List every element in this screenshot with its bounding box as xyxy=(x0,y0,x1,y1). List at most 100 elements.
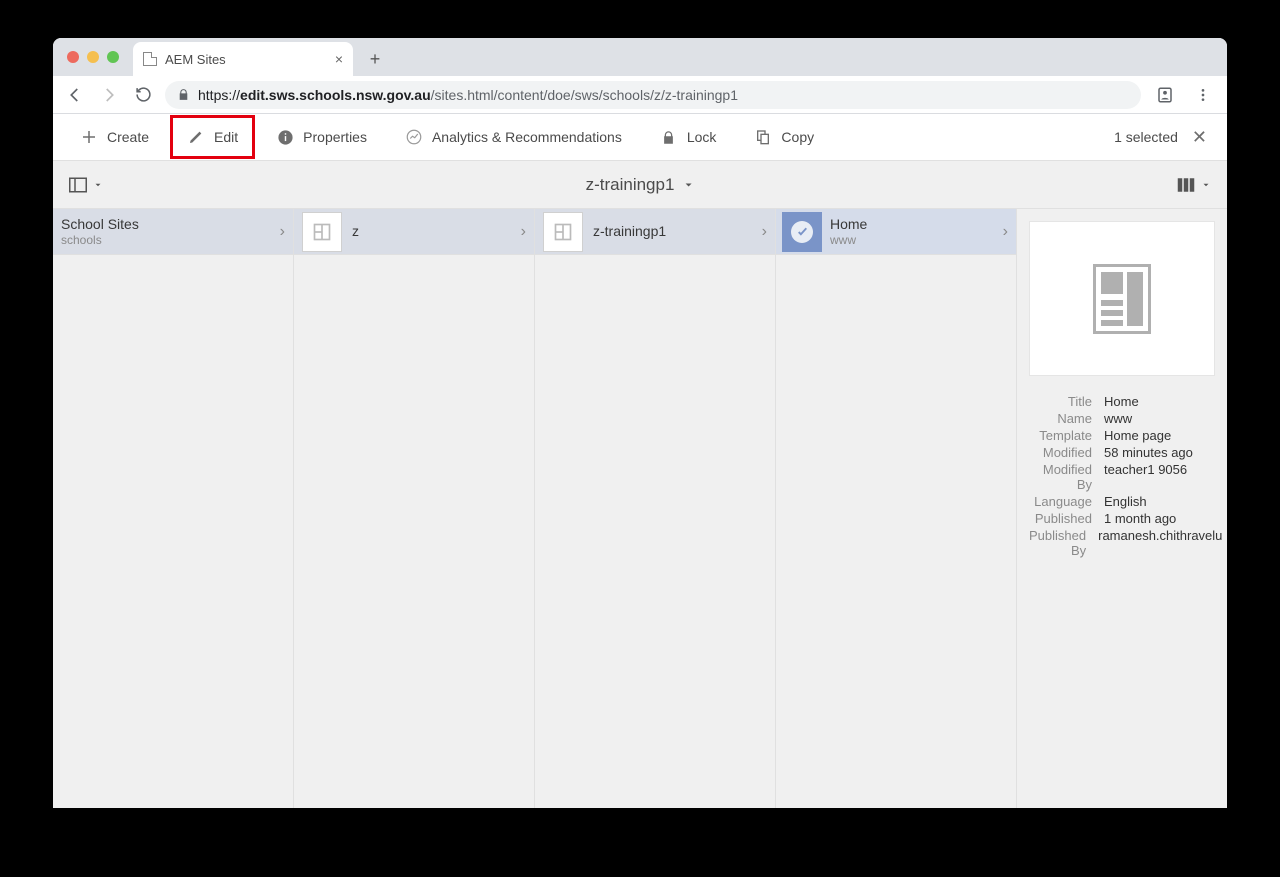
chevron-down-icon xyxy=(93,180,103,190)
pencil-icon xyxy=(187,128,205,146)
detail-thumbnail xyxy=(1029,221,1215,376)
item-title: z-trainingp1 xyxy=(593,223,752,240)
check-icon xyxy=(791,221,813,243)
meta-row: TemplateHome page xyxy=(1029,428,1215,443)
lock-button[interactable]: Lock xyxy=(643,115,734,159)
breadcrumb-bar: z-trainingp1 xyxy=(53,161,1227,209)
back-button[interactable] xyxy=(63,83,87,107)
analytics-button[interactable]: Analytics & Recommendations xyxy=(388,115,639,159)
forward-button[interactable] xyxy=(97,83,121,107)
view-switcher[interactable] xyxy=(1171,171,1217,199)
meta-row: LanguageEnglish xyxy=(1029,494,1215,509)
chevron-right-icon: › xyxy=(1003,223,1008,241)
page-layout-icon xyxy=(1093,264,1151,334)
meta-key: Modified By xyxy=(1029,462,1104,492)
meta-row: Namewww xyxy=(1029,411,1215,426)
window-controls[interactable] xyxy=(67,51,119,63)
meta-value: Home xyxy=(1104,394,1215,409)
plus-icon xyxy=(80,128,98,146)
chevron-right-icon: › xyxy=(280,223,285,241)
chevron-down-icon xyxy=(682,179,694,191)
column-1: School Sites schools › xyxy=(53,209,294,808)
chevron-right-icon: › xyxy=(762,223,767,241)
analytics-label: Analytics & Recommendations xyxy=(432,129,622,145)
meta-key: Title xyxy=(1029,394,1104,409)
create-button[interactable]: Create xyxy=(63,115,166,159)
detail-pane: TitleHomeNamewwwTemplateHome pageModifie… xyxy=(1017,209,1227,808)
browser-window: AEM Sites × + https://edit.sws.schools.n… xyxy=(53,38,1227,808)
column-item-z-trainingp1[interactable]: z-trainingp1 › xyxy=(535,209,775,255)
url-input[interactable]: https://edit.sws.schools.nsw.gov.au/site… xyxy=(165,81,1141,109)
aem-sites-app: Create Edit Properties Analytics & Recom… xyxy=(53,114,1227,808)
rail-icon xyxy=(69,177,87,193)
rail-toggle[interactable] xyxy=(63,171,109,199)
info-icon xyxy=(276,128,294,146)
browser-tab[interactable]: AEM Sites × xyxy=(133,42,353,76)
properties-label: Properties xyxy=(303,129,367,145)
profile-button[interactable] xyxy=(1151,81,1179,109)
meta-key: Modified xyxy=(1029,445,1104,460)
column-3: z-trainingp1 › xyxy=(535,209,776,808)
meta-row: Modified58 minutes ago xyxy=(1029,445,1215,460)
item-subtitle: schools xyxy=(61,233,270,247)
deselect-button[interactable]: ✕ xyxy=(1188,123,1211,152)
properties-button[interactable]: Properties xyxy=(259,115,384,159)
copy-label: Copy xyxy=(781,129,814,145)
tab-title: AEM Sites xyxy=(165,52,226,67)
column-2: z › xyxy=(294,209,535,808)
column-item-z[interactable]: z › xyxy=(294,209,534,255)
meta-value: Home page xyxy=(1104,428,1215,443)
new-tab-button[interactable]: + xyxy=(361,45,389,73)
page-thumbnail[interactable] xyxy=(543,212,583,252)
minimize-window[interactable] xyxy=(87,51,99,63)
edit-label: Edit xyxy=(214,129,238,145)
meta-row: TitleHome xyxy=(1029,394,1215,409)
create-label: Create xyxy=(107,129,149,145)
url-text: https://edit.sws.schools.nsw.gov.au/site… xyxy=(198,87,738,103)
browser-menu-button[interactable] xyxy=(1189,81,1217,109)
meta-key: Name xyxy=(1029,411,1104,426)
copy-icon xyxy=(754,128,772,146)
column-view-icon xyxy=(1177,177,1195,193)
meta-value: 1 month ago xyxy=(1104,511,1215,526)
action-bar: Create Edit Properties Analytics & Recom… xyxy=(53,114,1227,161)
page-icon xyxy=(143,52,157,66)
maximize-window[interactable] xyxy=(107,51,119,63)
meta-value: ramanesh.chithravelu xyxy=(1098,528,1222,558)
chevron-down-icon xyxy=(1201,180,1211,190)
meta-key: Published By xyxy=(1029,528,1098,558)
meta-key: Template xyxy=(1029,428,1104,443)
column-view: School Sites schools › z › xyxy=(53,209,1227,808)
meta-value: 58 minutes ago xyxy=(1104,445,1215,460)
meta-value: teacher1 9056 xyxy=(1104,462,1215,492)
close-tab-icon[interactable]: × xyxy=(335,51,343,67)
meta-key: Language xyxy=(1029,494,1104,509)
item-subtitle: www xyxy=(830,233,993,247)
tab-strip: AEM Sites × + xyxy=(53,38,1227,76)
meta-row: Published1 month ago xyxy=(1029,511,1215,526)
analytics-icon xyxy=(405,128,423,146)
column-item-school-sites[interactable]: School Sites schools › xyxy=(53,209,293,255)
lock-icon xyxy=(177,88,190,101)
meta-value: English xyxy=(1104,494,1215,509)
column-item-home[interactable]: Home www › xyxy=(776,209,1016,255)
meta-row: Published Byramanesh.chithravelu xyxy=(1029,528,1215,558)
breadcrumb-label: z-trainingp1 xyxy=(586,175,675,195)
item-title: z xyxy=(352,223,511,240)
meta-row: Modified Byteacher1 9056 xyxy=(1029,462,1215,492)
reload-button[interactable] xyxy=(131,83,155,107)
lock-label: Lock xyxy=(687,129,717,145)
close-window[interactable] xyxy=(67,51,79,63)
item-title: School Sites xyxy=(61,216,270,233)
selected-checkmark[interactable] xyxy=(782,212,822,252)
detail-metadata: TitleHomeNamewwwTemplateHome pageModifie… xyxy=(1029,394,1215,558)
breadcrumb-title[interactable]: z-trainingp1 xyxy=(586,175,695,195)
address-bar: https://edit.sws.schools.nsw.gov.au/site… xyxy=(53,76,1227,114)
page-thumbnail[interactable] xyxy=(302,212,342,252)
copy-button[interactable]: Copy xyxy=(737,115,831,159)
edit-button[interactable]: Edit xyxy=(170,115,255,159)
item-title: Home xyxy=(830,216,993,233)
meta-value: www xyxy=(1104,411,1215,426)
meta-key: Published xyxy=(1029,511,1104,526)
column-4: Home www › xyxy=(776,209,1017,808)
